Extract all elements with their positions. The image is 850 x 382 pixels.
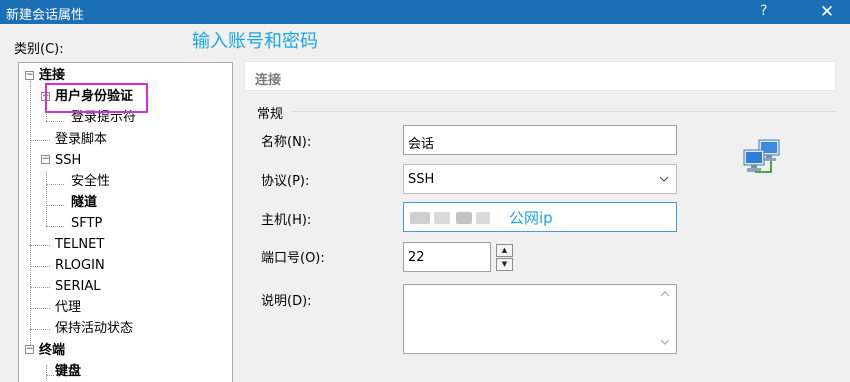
tree-item-rlogin[interactable]: RLOGIN — [55, 257, 105, 274]
tree-item-proxy[interactable]: 代理 — [55, 299, 81, 316]
tree-item-keepalive[interactable]: 保持活动状态 — [55, 320, 133, 337]
protocol-value: SSH — [408, 172, 435, 187]
tree-item-serial[interactable]: SERIAL — [55, 278, 100, 295]
name-label: 名称(N): — [261, 135, 312, 150]
category-label: 类别(C): — [14, 42, 64, 57]
description-textarea[interactable] — [403, 284, 677, 354]
close-button[interactable]: ✕ — [812, 0, 842, 24]
redacted-host — [434, 212, 450, 224]
protocol-select[interactable]: SSH — [403, 164, 677, 194]
window-title: 新建会话属性 — [6, 8, 85, 23]
tree-item-terminal[interactable]: 终端 — [39, 342, 65, 359]
name-input[interactable]: 会话 — [403, 125, 677, 155]
section-header: 连接 — [244, 61, 836, 91]
tree-item-sftp[interactable]: SFTP — [71, 215, 102, 232]
highlight-box — [45, 83, 148, 113]
tree-item-security[interactable]: 安全性 — [71, 173, 110, 190]
protocol-label: 协议(P): — [261, 174, 310, 189]
spin-up-icon[interactable]: ▲ — [496, 244, 513, 257]
tree-item-telnet[interactable]: TELNET — [55, 236, 104, 253]
desc-label: 说明(D): — [261, 294, 312, 309]
tree-item-keyboard[interactable]: 键盘 — [55, 363, 81, 380]
group-divider — [292, 111, 836, 112]
port-input[interactable]: 22 — [403, 242, 491, 272]
section-title: 连接 — [255, 73, 282, 88]
annotation-credentials: 输入账号和密码 — [192, 31, 318, 52]
redacted-host — [456, 212, 472, 224]
port-value: 22 — [408, 250, 425, 265]
network-computers-icon — [741, 138, 785, 178]
name-value: 会话 — [408, 137, 435, 152]
group-title: 常规 — [255, 103, 286, 122]
tree-item-tunneling[interactable]: 隧道 — [71, 194, 97, 211]
spin-down-icon[interactable]: ▼ — [496, 258, 513, 271]
host-input[interactable]: 公网ip — [403, 202, 677, 232]
help-button[interactable]: ? — [760, 3, 767, 19]
redacted-host — [476, 212, 490, 224]
redacted-host — [410, 212, 430, 224]
collapse-icon[interactable]: − — [25, 71, 34, 80]
scroll-up-icon[interactable] — [660, 289, 670, 302]
scroll-down-icon[interactable] — [660, 337, 670, 350]
tree-item-login-script[interactable]: 登录脚本 — [55, 131, 107, 148]
tree-item-connection[interactable]: 连接 — [39, 67, 65, 84]
chevron-down-icon[interactable] — [659, 171, 669, 190]
collapse-icon[interactable]: − — [25, 345, 34, 354]
annotation-public-ip: 公网ip — [509, 209, 553, 227]
collapse-icon[interactable]: − — [41, 155, 50, 164]
port-label: 端口号(O): — [261, 251, 325, 266]
tree-item-ssh[interactable]: SSH — [55, 152, 81, 169]
host-label: 主机(H): — [261, 213, 312, 228]
title-bar: 新建会话属性 ? ✕ — [0, 0, 850, 24]
